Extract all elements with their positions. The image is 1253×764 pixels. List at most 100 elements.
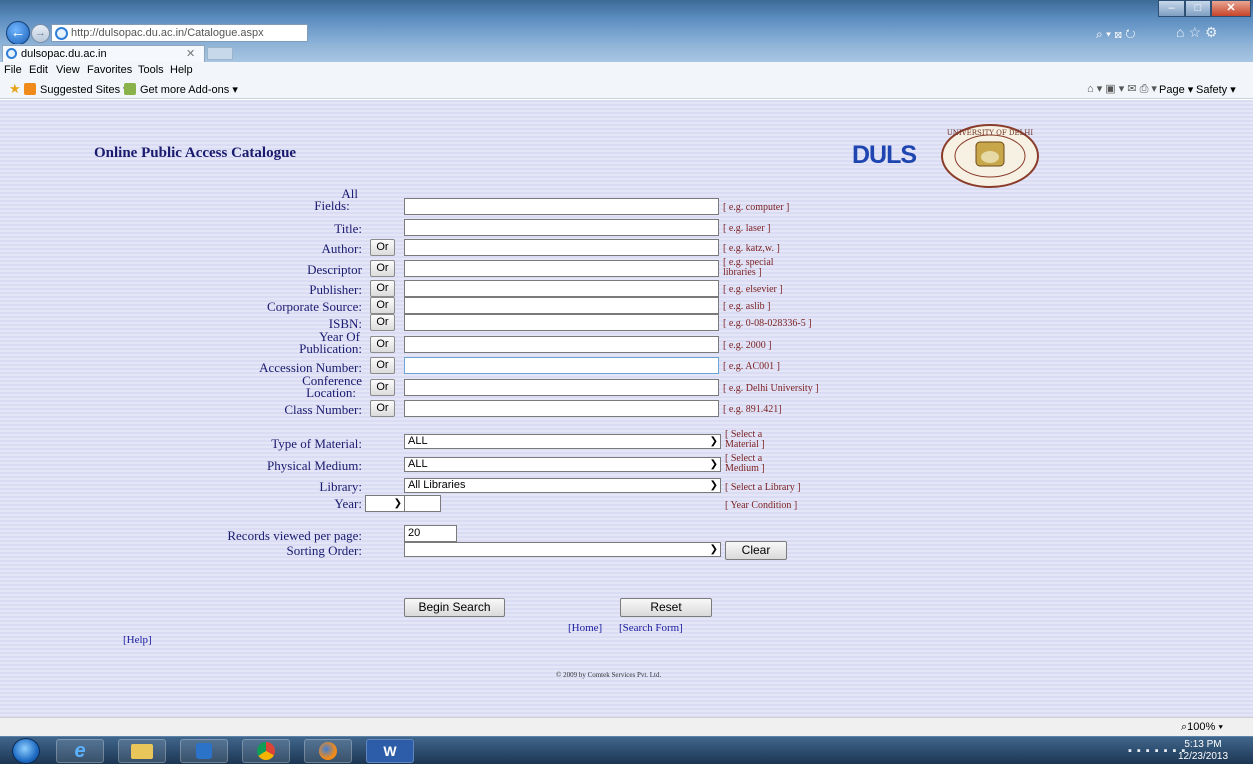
conference-location-label: Conference Location: (302, 373, 362, 400)
help-link[interactable]: [Help] (123, 634, 152, 646)
start-button[interactable] (12, 738, 40, 764)
accession-number-hint: [ e.g. AC001 ] (723, 361, 780, 372)
publisher-or-button[interactable]: Or (370, 280, 395, 297)
year-of-publication-input[interactable] (404, 336, 719, 353)
isbn-input[interactable] (404, 314, 719, 331)
minimize-button[interactable]: – (1158, 0, 1185, 17)
address-tools[interactable]: ⌕ ▾ ⊠ ↻ (1096, 27, 1136, 42)
menu-tools[interactable]: Tools (138, 64, 164, 76)
author-or-button[interactable]: Or (370, 239, 395, 256)
taskbar-word-icon[interactable]: W (366, 739, 414, 763)
year-condition-select[interactable]: ❯ (365, 495, 405, 512)
ie-tab-icon (6, 48, 17, 59)
sorting-order-select[interactable]: ❯ (404, 542, 721, 557)
records-per-page-input[interactable]: 20 (404, 525, 457, 542)
corporate-source-hint: [ e.g. aslib ] (723, 301, 771, 312)
library-label: Library: (319, 479, 362, 494)
system-clock[interactable]: 5:13 PM 12/23/2013 (1176, 739, 1230, 763)
class-number-hint: [ e.g. 891.421] (723, 404, 782, 415)
accession-number-or-button[interactable]: Or (370, 357, 395, 374)
menu-file[interactable]: File (4, 64, 22, 76)
type-of-material-select[interactable]: ALL ❯ (404, 434, 721, 449)
taskbar-media-player-icon[interactable] (180, 739, 228, 763)
chevron-down-icon: ❯ (393, 498, 402, 509)
all-fields-input[interactable] (404, 198, 719, 215)
author-input[interactable] (404, 239, 719, 256)
descriptor-hint: [ e.g. special libraries ] (723, 257, 774, 278)
title-input[interactable] (404, 219, 719, 236)
publisher-input[interactable] (404, 280, 719, 297)
suggested-sites-link[interactable]: Suggested Sites ▾ (24, 83, 129, 96)
page-menu[interactable]: Page ▾ (1159, 83, 1193, 96)
copyright-text: © 2009 by Comtek Services Pvt. Ltd. (556, 671, 662, 679)
author-label: Author: (321, 241, 362, 256)
safety-menu[interactable]: Safety ▾ (1196, 83, 1236, 96)
begin-search-button[interactable]: Begin Search (404, 598, 505, 617)
class-number-input[interactable] (404, 400, 719, 417)
home-link[interactable]: [Home] (568, 622, 602, 634)
isbn-or-button[interactable]: Or (370, 314, 395, 331)
descriptor-input[interactable] (404, 260, 719, 277)
get-addons-link[interactable]: Get more Add-ons ▾ (124, 83, 238, 96)
new-tab-button[interactable] (207, 47, 233, 60)
class-number-label: Class Number: (284, 402, 362, 417)
library-value: All Libraries (408, 479, 466, 491)
status-bar: ⌕100% ▾ (0, 717, 1253, 736)
library-hint: [ Select a Library ] (725, 482, 801, 493)
url-text[interactable]: http://dulsopac.du.ac.in/Catalogue.aspx (71, 27, 264, 39)
corporate-source-input[interactable] (404, 297, 719, 314)
chevron-down-icon: ❯ (709, 436, 718, 447)
browser-title-bar: ← → http://dulsopac.du.ac.in/Catalogue.a… (0, 0, 1253, 45)
address-bar[interactable]: http://dulsopac.du.ac.in/Catalogue.aspx (51, 24, 308, 42)
menu-favorites[interactable]: Favorites (87, 64, 132, 76)
reset-button[interactable]: Reset (620, 598, 712, 617)
menu-help[interactable]: Help (170, 64, 193, 76)
windows-taskbar: e W ▪▪▪▪▪▪▪ 5:13 PM 12/23/2013 (0, 736, 1253, 764)
chevron-down-icon: ❯ (709, 544, 718, 555)
taskbar-chrome-icon[interactable] (242, 739, 290, 763)
conference-location-or-button[interactable]: Or (370, 379, 395, 396)
type-of-material-hint: [ Select a Material ] (725, 429, 765, 450)
duls-logo: DULS (852, 141, 917, 169)
zoom-level[interactable]: ⌕100% ▾ (1181, 721, 1223, 734)
favorites-bar: ★ Suggested Sites ▾ Get more Add-ons ▾ ⌂… (0, 79, 1253, 99)
all-fields-hint: [ e.g. computer ] (723, 202, 790, 213)
author-hint: [ e.g. katz,w. ] (723, 243, 780, 254)
title-label: Title: (334, 221, 362, 236)
forward-button[interactable]: → (31, 24, 50, 43)
home-favorites-settings-icons[interactable]: ⌂☆⚙ (1176, 24, 1222, 41)
tab-label: dulsopac.du.ac.in (21, 48, 107, 60)
back-button[interactable]: ← (6, 21, 30, 45)
corporate-source-or-button[interactable]: Or (370, 297, 395, 314)
clear-button[interactable]: Clear (725, 541, 787, 560)
taskbar-ie-icon[interactable]: e (56, 739, 104, 763)
close-window-button[interactable]: ✕ (1211, 0, 1251, 17)
type-of-material-label: Type of Material: (271, 436, 362, 451)
publisher-label: Publisher: (309, 282, 362, 297)
taskbar-explorer-icon[interactable] (118, 739, 166, 763)
page-content: Online Public Access Catalogue DULS UNIV… (0, 100, 1253, 717)
chevron-down-icon: ❯ (709, 480, 718, 491)
conference-location-input[interactable] (404, 379, 719, 396)
tab-close-icon[interactable]: ✕ (186, 47, 195, 60)
ie-page-icon (55, 27, 68, 40)
menu-bar: File Edit View Favorites Tools Help (0, 62, 1253, 79)
isbn-hint: [ e.g. 0-08-028336-5 ] (723, 318, 812, 329)
class-number-or-button[interactable]: Or (370, 400, 395, 417)
favorites-star-icon[interactable]: ★ (9, 81, 21, 97)
type-of-material-value: ALL (408, 435, 428, 447)
year-of-publication-or-button[interactable]: Or (370, 336, 395, 353)
physical-medium-select[interactable]: ALL ❯ (404, 457, 721, 472)
year-input[interactable] (404, 495, 441, 512)
taskbar-firefox-icon[interactable] (304, 739, 352, 763)
menu-view[interactable]: View (56, 64, 80, 76)
search-form-link[interactable]: [Search Form] (619, 622, 683, 634)
library-select[interactable]: All Libraries ❯ (404, 478, 721, 493)
page-title: Online Public Access Catalogue (94, 145, 297, 161)
accession-number-input[interactable] (404, 357, 719, 374)
descriptor-or-button[interactable]: Or (370, 260, 395, 277)
tab-dulsopac[interactable]: dulsopac.du.ac.in ✕ (2, 45, 205, 62)
command-bar-icons[interactable]: ⌂ ▾ ▣ ▾ ✉ ⎙ ▾ (1087, 82, 1157, 96)
maximize-button[interactable]: □ (1185, 0, 1211, 17)
menu-edit[interactable]: Edit (29, 64, 48, 76)
